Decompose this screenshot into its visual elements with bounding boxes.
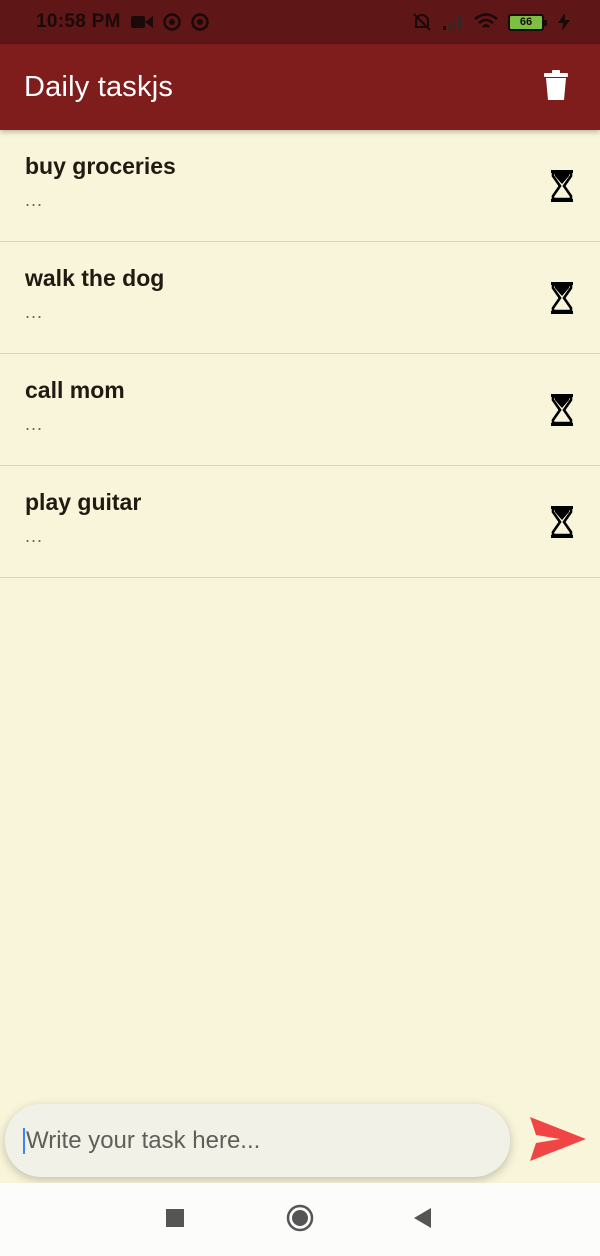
- hourglass-icon[interactable]: [548, 502, 576, 542]
- task-subtitle: ...: [25, 189, 44, 210]
- status-time: 10:58 PM: [36, 11, 121, 32]
- task-title: play guitar: [25, 488, 142, 515]
- delete-all-button[interactable]: [536, 67, 576, 107]
- task-subtitle: ...: [25, 525, 44, 546]
- hourglass-icon[interactable]: [548, 166, 576, 206]
- silent-alarm-icon: [412, 12, 432, 32]
- page-title: Daily taskjs: [24, 70, 174, 103]
- text-cursor: [23, 1127, 25, 1154]
- task-list: buy groceries ... walk the dog ... call …: [0, 130, 600, 578]
- trash-icon: [544, 69, 568, 105]
- send-icon: [530, 1116, 586, 1166]
- status-bar: 10:58 PM 66: [0, 0, 600, 44]
- video-camera-icon: [130, 15, 153, 29]
- recents-square-icon: [165, 1208, 185, 1233]
- list-item[interactable]: walk the dog ...: [0, 242, 600, 354]
- hourglass-icon[interactable]: [548, 390, 576, 430]
- task-title: buy groceries: [25, 152, 176, 179]
- list-item[interactable]: buy groceries ...: [0, 130, 600, 242]
- list-item[interactable]: play guitar ...: [0, 466, 600, 578]
- system-nav-bar: [0, 1183, 600, 1256]
- battery-icon: 66: [508, 13, 547, 31]
- back-button[interactable]: [410, 1207, 434, 1233]
- home-circle-icon: [286, 1204, 314, 1237]
- home-button[interactable]: [285, 1204, 315, 1237]
- sync-icon: [163, 13, 181, 31]
- status-right: 66: [412, 12, 570, 32]
- sync-icon: [191, 13, 209, 31]
- task-subtitle: ...: [25, 301, 44, 322]
- task-text: buy groceries ...: [25, 153, 548, 211]
- recents-button[interactable]: [163, 1208, 187, 1232]
- charging-icon: [558, 13, 570, 31]
- task-composer: [5, 1104, 510, 1177]
- task-subtitle: ...: [25, 413, 44, 434]
- task-text: call mom ...: [25, 377, 548, 435]
- task-text: play guitar ...: [25, 489, 548, 547]
- back-triangle-icon: [412, 1207, 432, 1234]
- task-text: walk the dog ...: [25, 265, 548, 323]
- wifi-icon: [474, 13, 498, 31]
- status-left: 10:58 PM: [36, 11, 209, 33]
- hourglass-icon[interactable]: [548, 278, 576, 318]
- send-button[interactable]: [528, 1116, 588, 1166]
- signal-icon: [442, 13, 464, 31]
- task-input[interactable]: [25, 1126, 492, 1155]
- app-bar: Daily taskjs: [0, 44, 600, 130]
- task-title: walk the dog: [25, 264, 165, 291]
- task-title: call mom: [25, 376, 125, 403]
- list-item[interactable]: call mom ...: [0, 354, 600, 466]
